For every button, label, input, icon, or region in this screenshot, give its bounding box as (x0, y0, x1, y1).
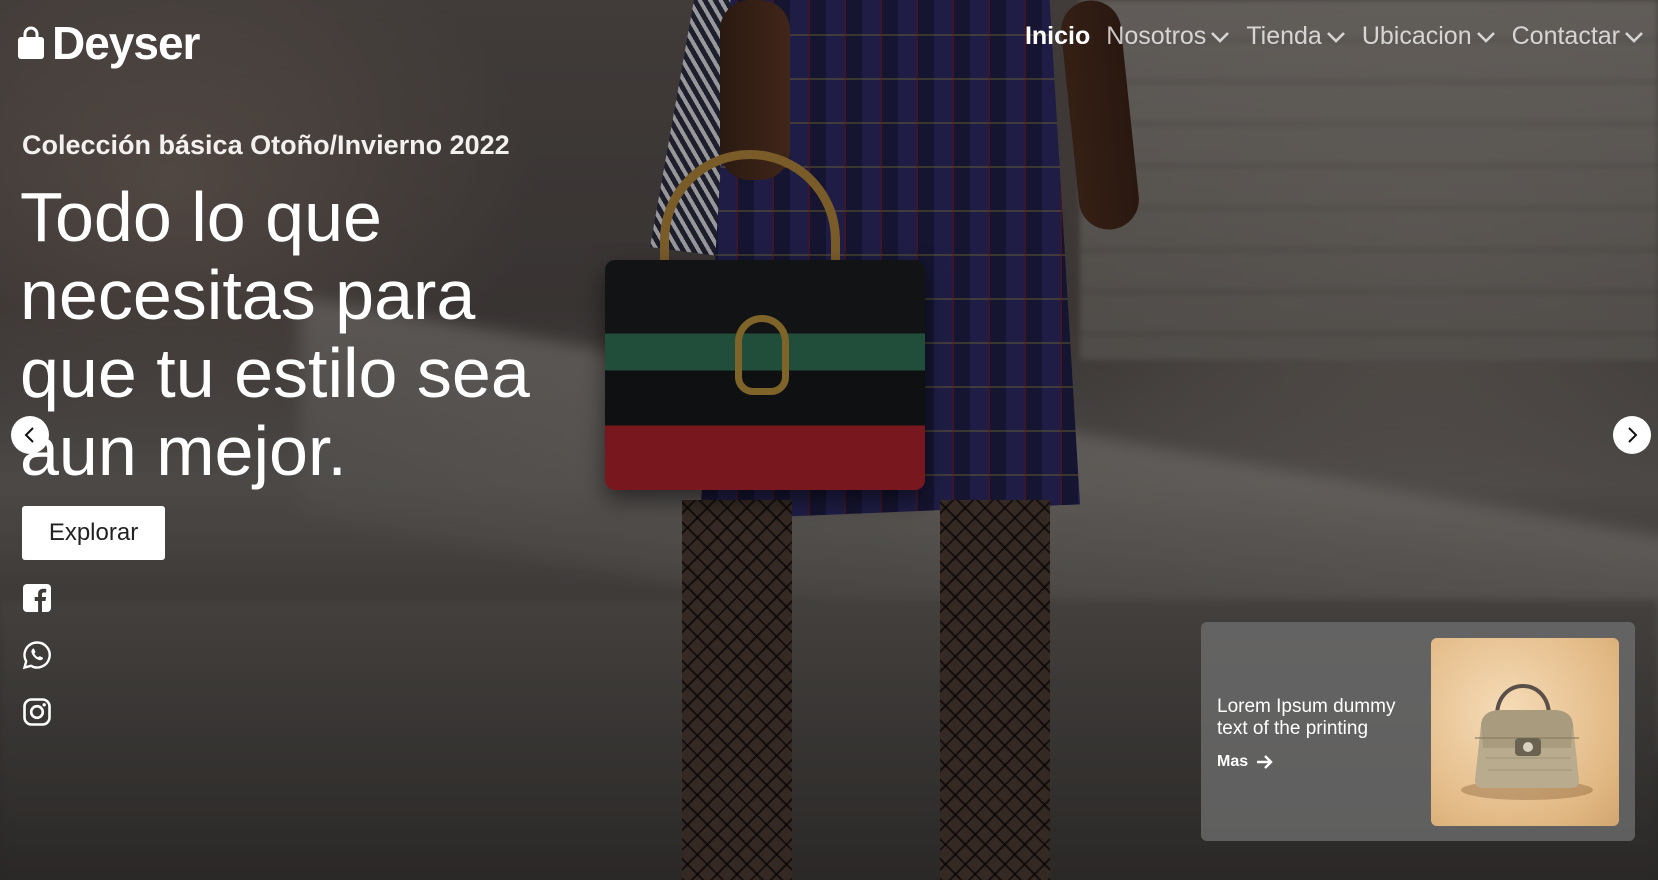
handbag-product-image[interactable] (1431, 638, 1619, 826)
brand-name: Deyser (52, 17, 200, 69)
carousel-prev-button[interactable] (11, 416, 49, 454)
collection-subtitle: Colección básica Otoño/Invierno 2022 (22, 130, 510, 160)
promo-card: Lorem Ipsum dummy text of the printing M… (1201, 622, 1635, 841)
top-nav: Deyser Inicio Nosotros Tienda Ubicacion … (0, 0, 1658, 80)
nav-item-label: Nosotros (1106, 22, 1207, 50)
promo-more-link[interactable]: Mas (1217, 753, 1274, 771)
whatsapp-icon[interactable] (22, 640, 52, 670)
nav-item-label: Inicio (1024, 22, 1091, 50)
nav-item-tienda[interactable]: Tienda (1246, 22, 1346, 51)
explore-button[interactable]: Explorar (22, 506, 165, 560)
chevron-down-icon (1625, 31, 1643, 43)
facebook-icon[interactable] (22, 583, 52, 613)
brand-logo[interactable]: Deyser (16, 16, 200, 70)
nav-item-nosotros[interactable]: Nosotros (1106, 22, 1230, 51)
nav-item-label: Tienda (1246, 22, 1322, 50)
nav-item-contactar[interactable]: Contactar (1512, 22, 1644, 51)
chevron-down-icon (1476, 31, 1495, 43)
nav-item-ubicacion[interactable]: Ubicacion (1362, 22, 1496, 51)
nav-item-label: Contactar (1511, 22, 1620, 50)
chevron-down-icon (1211, 31, 1230, 43)
chevron-right-icon (1628, 427, 1638, 443)
shopping-bag-icon (18, 26, 44, 59)
promo-link-label: Mas (1217, 753, 1249, 770)
nav-item-label: Ubicacion (1361, 22, 1472, 50)
arrow-right-icon (1257, 755, 1273, 769)
nav-item-inicio[interactable]: Inicio (1025, 22, 1090, 51)
chevron-left-icon (24, 427, 34, 443)
promo-text: Lorem Ipsum dummy text of the printing (1217, 696, 1396, 739)
chevron-down-icon (1326, 31, 1345, 43)
main-menu: Inicio Nosotros Tienda Ubicacion Contact… (1025, 22, 1644, 51)
carousel-next-button[interactable] (1613, 416, 1651, 454)
social-links (22, 583, 52, 727)
hero-headline: Todo lo que necesitas para que tu estilo… (20, 178, 530, 490)
instagram-icon[interactable] (22, 697, 52, 727)
